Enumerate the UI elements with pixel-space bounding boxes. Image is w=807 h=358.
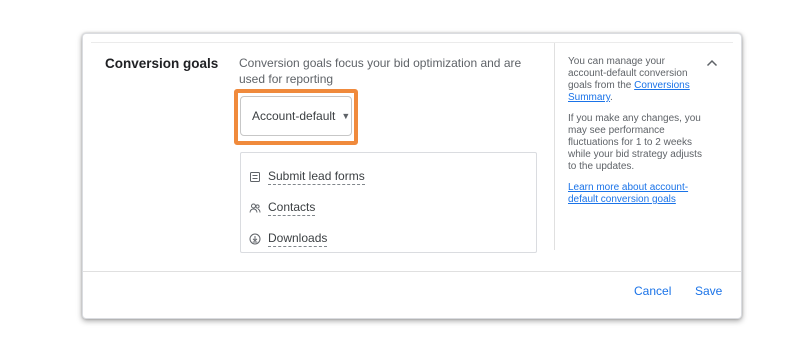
side-panel: You can manage your account-default conv…: [568, 56, 703, 215]
side-paragraph-3: Learn more about account-default convers…: [568, 182, 703, 206]
goal-item-contacts: Contacts: [249, 200, 316, 216]
dropdown-arrow-icon: ▼: [341, 111, 351, 121]
section-title: Conversion goals: [105, 56, 219, 71]
goal-label[interactable]: Contacts: [268, 200, 316, 216]
section-description: Conversion goals focus your bid optimiza…: [239, 56, 522, 86]
goal-label[interactable]: Downloads: [268, 231, 328, 247]
side-paragraph-2: If you make any changes, you may see per…: [568, 113, 702, 172]
collapse-chevron-up-icon[interactable]: [704, 55, 720, 71]
goal-label[interactable]: Submit lead forms: [268, 169, 365, 185]
contacts-icon: [249, 203, 261, 213]
goals-list: Submit lead forms Contacts Downloads: [240, 152, 537, 253]
side-text-end: .: [610, 92, 613, 103]
save-button[interactable]: Save: [695, 284, 722, 298]
learn-more-link[interactable]: Learn more about account-default convers…: [568, 182, 688, 205]
vertical-divider: [554, 43, 555, 250]
cancel-button[interactable]: Cancel: [634, 284, 671, 298]
footer-divider: [83, 271, 741, 272]
side-paragraph-1: You can manage your account-default conv…: [568, 56, 703, 104]
download-icon: [249, 233, 261, 245]
form-icon: [250, 172, 260, 182]
goal-item-submit-lead-forms: Submit lead forms: [249, 169, 365, 185]
dropdown-value: Account-default: [252, 109, 336, 123]
goals-dropdown[interactable]: Account-default ▼: [240, 96, 352, 136]
top-divider: [91, 42, 733, 43]
goal-item-downloads: Downloads: [249, 231, 328, 247]
conversion-goals-card: Conversion goals Conversion goals focus …: [82, 33, 742, 319]
